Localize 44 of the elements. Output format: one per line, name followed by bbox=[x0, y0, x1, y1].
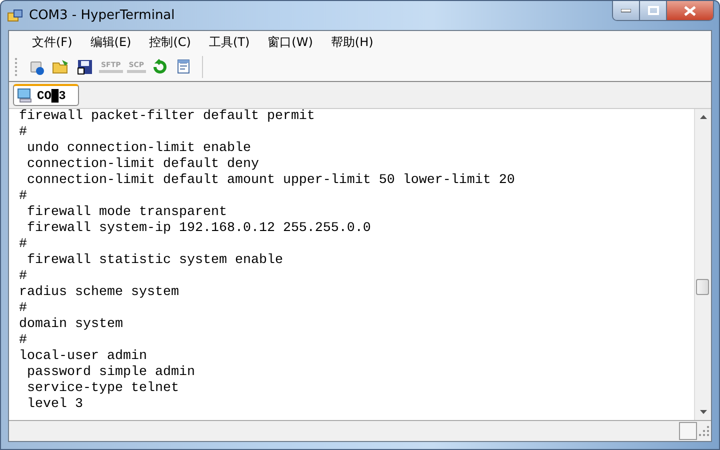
terminal-app-icon bbox=[7, 8, 23, 24]
scrollbar-thumb[interactable] bbox=[696, 279, 709, 295]
resize-grip-icon bbox=[699, 426, 709, 436]
terminal-line: local-user admin bbox=[19, 349, 147, 365]
terminal-line: firewall packet-filter default permit bbox=[19, 109, 315, 125]
terminal-line: firewall statistic system enable bbox=[26, 253, 283, 269]
close-icon bbox=[684, 6, 696, 16]
close-button[interactable] bbox=[667, 1, 713, 20]
down-arrow-icon bbox=[700, 410, 706, 414]
terminal-line: service-type telnet bbox=[26, 381, 179, 397]
terminal-line: radius scheme system bbox=[19, 285, 179, 301]
menu-item[interactable]: 窗口(W) bbox=[258, 32, 322, 52]
terminal-line: undo connection-limit enable bbox=[26, 141, 251, 157]
up-arrow-icon bbox=[700, 115, 706, 119]
terminal-line: connection-limit default amount upper-limit 50 lower-limit 20 bbox=[26, 173, 515, 189]
document-icon bbox=[176, 59, 192, 75]
toolbar-button[interactable] bbox=[75, 57, 95, 77]
terminal-line: connection-limit default deny bbox=[26, 157, 259, 173]
terminal-line: # bbox=[19, 125, 27, 141]
session-tab[interactable]: CO█3 bbox=[13, 84, 79, 106]
terminal-line: # bbox=[19, 301, 27, 317]
terminal-line: domain system bbox=[19, 317, 123, 333]
terminal-line: password simple admin bbox=[26, 365, 195, 381]
folder-icon bbox=[52, 59, 70, 75]
menu-item[interactable]: 工具(T) bbox=[200, 32, 259, 52]
maximize-button[interactable] bbox=[640, 1, 667, 20]
circular-arrow-icon bbox=[152, 59, 168, 75]
terminal-line: level 3 bbox=[26, 397, 83, 413]
terminal-line: firewall system-ip 192.168.0.12 255.255.0.0 bbox=[26, 221, 371, 237]
menu-item[interactable]: 文件(F) bbox=[23, 32, 82, 52]
window-title: COM3 - HyperTerminal bbox=[29, 8, 176, 23]
phone-icon bbox=[29, 59, 45, 75]
computer-icon bbox=[17, 88, 33, 103]
terminal-line: # bbox=[19, 333, 27, 349]
terminal-line: # bbox=[19, 237, 27, 253]
menu-item[interactable]: 控制(C) bbox=[140, 32, 200, 52]
menu-item[interactable]: 帮助(H) bbox=[322, 32, 382, 52]
maximize-icon bbox=[648, 6, 658, 15]
terminal-line: # bbox=[19, 269, 27, 285]
terminal-line: firewall mode transparent bbox=[26, 205, 227, 221]
terminal-line: # bbox=[19, 189, 27, 205]
minimize-button[interactable] bbox=[613, 1, 640, 20]
minimize-icon bbox=[621, 8, 631, 12]
menu-item[interactable]: 编辑(E) bbox=[81, 32, 140, 52]
